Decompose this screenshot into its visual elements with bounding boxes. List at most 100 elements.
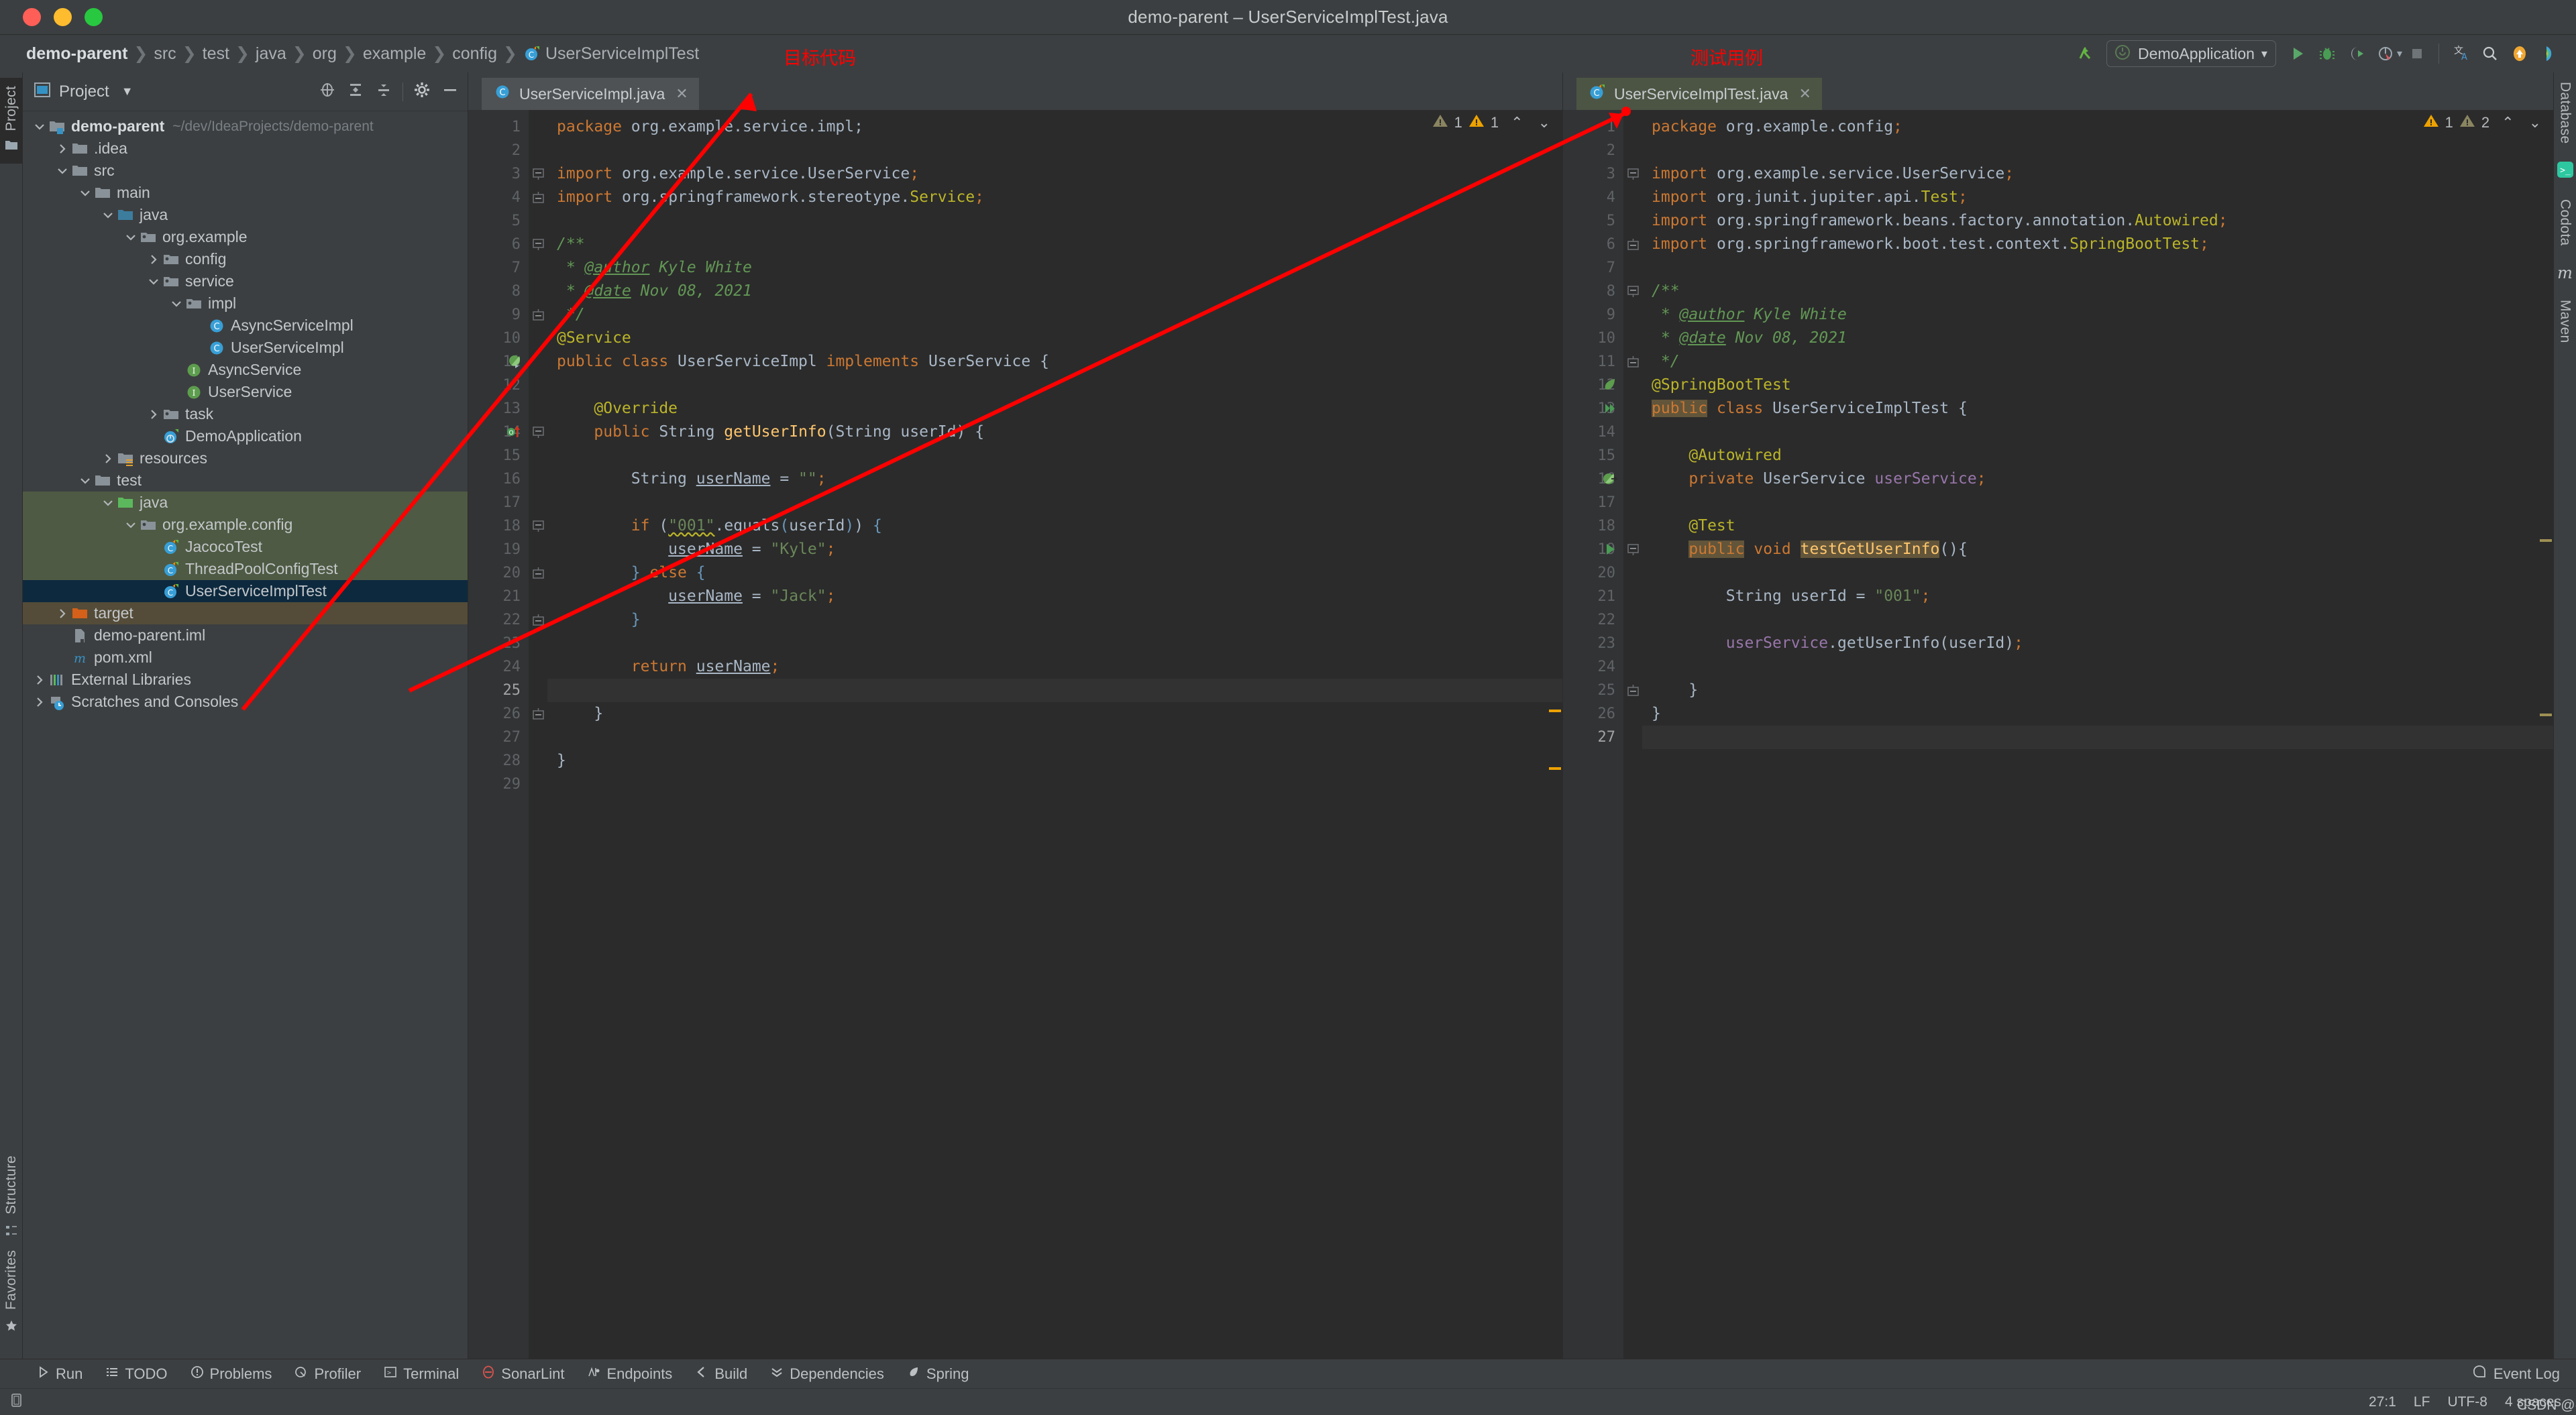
- line-number[interactable]: 8: [1563, 280, 1615, 303]
- chevron-right-icon[interactable]: [146, 407, 161, 422]
- inspection-widget-right[interactable]: 1 2 ⌃ ⌄: [2422, 113, 2553, 133]
- code-line[interactable]: if ("001".equals(userId)) {: [547, 514, 1562, 538]
- line-number[interactable]: 28: [468, 749, 521, 773]
- tree-node-threadpoolconfigtest[interactable]: C ThreadPoolConfigTest: [23, 558, 468, 580]
- run-with-coverage-button[interactable]: [2342, 39, 2371, 68]
- breadcrumb-item-java[interactable]: java: [250, 44, 292, 64]
- line-number[interactable]: 11: [1563, 350, 1616, 374]
- tree-node-asyncservice[interactable]: I AsyncService: [23, 359, 468, 381]
- line-number[interactable]: 9: [1563, 303, 1615, 327]
- code-line[interactable]: [1642, 655, 2553, 679]
- spring-bean-candidates-icon[interactable]: [1601, 471, 1618, 488]
- line-number[interactable]: 19: [468, 538, 521, 561]
- tree-node-demoapplication[interactable]: DemoApplication: [23, 425, 468, 447]
- line-number[interactable]: 22: [1563, 608, 1616, 632]
- gear-icon[interactable]: [413, 80, 431, 103]
- tree-node-task[interactable]: task: [23, 403, 468, 425]
- code-line[interactable]: [1642, 139, 2553, 162]
- line-number[interactable]: 18: [1563, 514, 1616, 538]
- code-line[interactable]: /**: [547, 233, 1562, 256]
- line-number[interactable]: 13: [468, 397, 521, 420]
- code-line[interactable]: @Override: [547, 397, 1562, 420]
- line-number[interactable]: 20: [468, 561, 521, 585]
- tree-node-demo-parent-iml[interactable]: demo-parent.iml: [23, 624, 468, 646]
- fold-top-handle[interactable]: [533, 239, 544, 250]
- line-number[interactable]: 24: [1563, 655, 1616, 679]
- tool-button-profiler[interactable]: Profiler: [294, 1365, 361, 1383]
- code-line[interactable]: [547, 374, 1562, 397]
- code-line[interactable]: * @author Kyle White: [547, 256, 1562, 280]
- run-all-tests-icon[interactable]: [1601, 400, 1618, 418]
- line-number[interactable]: 24: [468, 655, 521, 679]
- line-number[interactable]: 14: [1563, 420, 1616, 444]
- code-line[interactable]: @Autowired: [1642, 444, 2553, 467]
- tree-node-main[interactable]: main: [23, 182, 468, 204]
- hide-button[interactable]: [441, 80, 460, 103]
- tool-button-run[interactable]: Run: [36, 1365, 83, 1383]
- code-line[interactable]: [1642, 608, 2553, 632]
- tree-node-pom-xml[interactable]: m pom.xml: [23, 646, 468, 669]
- line-number[interactable]: 15: [468, 444, 521, 467]
- code-line[interactable]: /**: [1642, 280, 2553, 303]
- code-line[interactable]: * @author Kyle White: [1642, 303, 2553, 327]
- line-number[interactable]: 17: [1563, 491, 1616, 514]
- line-number[interactable]: 6: [1563, 233, 1615, 256]
- code-line[interactable]: [547, 491, 1562, 514]
- code-content-right[interactable]: package org.example.config; import org.e…: [1642, 110, 2553, 1359]
- tree-node--idea[interactable]: .idea: [23, 137, 468, 160]
- fold-top-handle[interactable]: [533, 520, 544, 532]
- tool-button-sonarlint[interactable]: SonarLint: [482, 1365, 564, 1383]
- breadcrumb-item-project[interactable]: demo-parent: [20, 44, 133, 64]
- tool-button-todo[interactable]: TODO: [105, 1365, 168, 1383]
- line-number[interactable]: 29: [468, 773, 521, 796]
- line-number[interactable]: 7: [468, 256, 521, 280]
- collapse-all-button[interactable]: [374, 80, 393, 103]
- chevron-down-icon[interactable]: [55, 164, 70, 178]
- code-line[interactable]: userName = "Kyle";: [547, 538, 1562, 561]
- next-problem-icon[interactable]: ⌄: [2529, 114, 2541, 131]
- breadcrumb-item-example[interactable]: example: [357, 44, 433, 64]
- chevron-down-icon[interactable]: [146, 274, 161, 289]
- tool-window-project-label[interactable]: Project: [3, 86, 19, 131]
- line-number[interactable]: 3: [468, 162, 521, 186]
- tool-window-maven-label[interactable]: Maven: [2557, 300, 2573, 343]
- code-line[interactable]: }: [547, 702, 1562, 726]
- fold-top-handle[interactable]: [533, 427, 544, 438]
- code-line[interactable]: @Test: [1642, 514, 2553, 538]
- chevron-down-icon[interactable]: [101, 496, 115, 510]
- weak-warning-marker[interactable]: [2540, 714, 2552, 716]
- chevron-down-icon[interactable]: [78, 186, 93, 201]
- code-line[interactable]: * @date Nov 08, 2021: [547, 280, 1562, 303]
- line-number-gutter-left[interactable]: 1234567891011121314151617181920212223242…: [468, 110, 529, 1359]
- code-editor-left[interactable]: 1234567891011121314151617181920212223242…: [468, 110, 1562, 1359]
- code-line[interactable]: */: [547, 303, 1562, 327]
- tree-node-impl[interactable]: impl: [23, 292, 468, 315]
- code-line[interactable]: [547, 773, 1562, 796]
- code-line[interactable]: import org.springframework.stereotype.Se…: [547, 186, 1562, 209]
- chevron-right-icon[interactable]: [32, 695, 47, 710]
- tool-window-structure-label[interactable]: Structure: [3, 1155, 19, 1214]
- code-line[interactable]: import org.springframework.boot.test.con…: [1642, 233, 2553, 256]
- line-number[interactable]: 22: [468, 608, 521, 632]
- line-number[interactable]: 26: [468, 702, 521, 726]
- code-line[interactable]: public class UserServiceImplTest {: [1642, 397, 2553, 420]
- tree-node-service[interactable]: service: [23, 270, 468, 292]
- breadcrumb-item-config[interactable]: config: [446, 44, 503, 64]
- tree-node-userservice[interactable]: I UserService: [23, 381, 468, 403]
- line-number[interactable]: 2: [1563, 139, 1615, 162]
- breadcrumb-item-org[interactable]: org: [307, 44, 343, 64]
- fold-end-handle[interactable]: [533, 309, 544, 321]
- chevron-down-icon[interactable]: [78, 473, 93, 488]
- fold-column-right[interactable]: [1623, 110, 1642, 1359]
- tree-node-target[interactable]: target: [23, 602, 468, 624]
- inspection-widget-left[interactable]: 1 1 ⌃ ⌄: [1432, 113, 1562, 133]
- chevron-right-icon[interactable]: [32, 673, 47, 687]
- line-number[interactable]: 18: [468, 514, 521, 538]
- fold-end-handle[interactable]: [533, 192, 544, 203]
- chevron-right-icon[interactable]: [146, 252, 161, 267]
- line-number[interactable]: 5: [1563, 209, 1615, 233]
- tree-node-test[interactable]: test: [23, 469, 468, 492]
- editor-tab-userserviceimpl[interactable]: C UserServiceImpl.java ✕: [482, 78, 699, 115]
- tool-button-build[interactable]: Build: [695, 1365, 747, 1383]
- code-line[interactable]: import org.junit.jupiter.api.Test;: [1642, 186, 2553, 209]
